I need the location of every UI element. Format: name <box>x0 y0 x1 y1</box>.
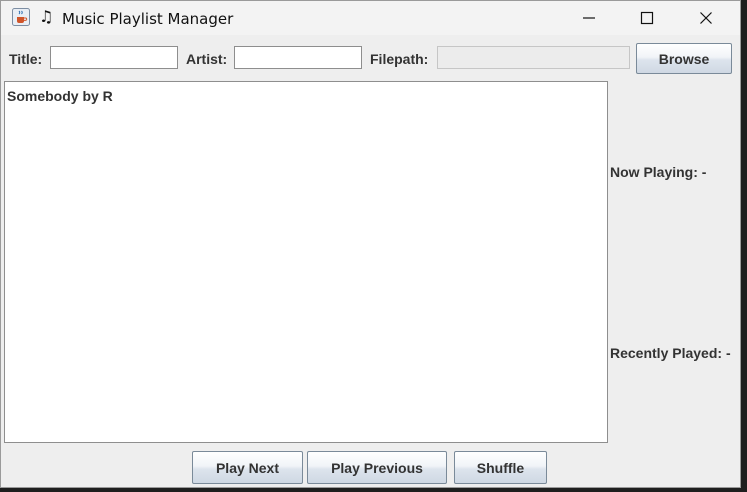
close-icon <box>700 12 712 24</box>
maximize-button[interactable] <box>618 1 676 35</box>
title-bar[interactable]: ♫ Music Playlist Manager <box>1 1 740 35</box>
list-item[interactable]: Somebody by R <box>7 88 113 104</box>
minimize-icon <box>583 17 595 19</box>
app-window: ♫ Music Playlist Manager Title: Artist: … <box>0 0 741 488</box>
artist-input[interactable] <box>234 46 362 69</box>
shuffle-button[interactable]: Shuffle <box>454 451 547 484</box>
recently-played-label: Recently Played: - <box>610 345 731 361</box>
filepath-input <box>437 46 630 69</box>
maximize-icon <box>640 11 654 25</box>
music-note-icon: ♫ <box>39 7 54 26</box>
play-next-button[interactable]: Play Next <box>192 451 303 484</box>
close-button[interactable] <box>677 1 735 35</box>
java-cup-icon <box>12 8 30 26</box>
title-label: Title: <box>9 51 43 67</box>
window-title: Music Playlist Manager <box>62 10 234 28</box>
browse-button[interactable]: Browse <box>636 43 732 74</box>
now-playing-label: Now Playing: - <box>610 164 707 180</box>
playlist-list[interactable]: Somebody by R <box>4 81 608 443</box>
filepath-label: Filepath: <box>370 51 429 67</box>
title-input[interactable] <box>50 46 178 69</box>
minimize-button[interactable] <box>560 1 618 35</box>
artist-label: Artist: <box>186 51 228 67</box>
play-previous-button[interactable]: Play Previous <box>307 451 447 484</box>
